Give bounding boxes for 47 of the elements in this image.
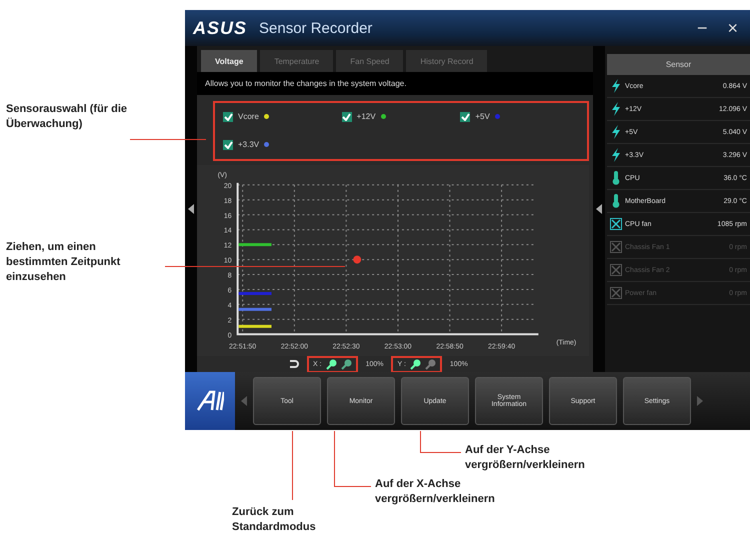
checkbox[interactable] — [223, 140, 233, 150]
callout-label: Ziehen, um einen bestimmten Zeitpunkt einzusehen — [6, 240, 122, 285]
left-arrow-icon[interactable] — [188, 204, 194, 214]
thermometer-icon — [610, 171, 622, 185]
callout-label: Zurück zum Standardmodus — [232, 505, 317, 535]
close-button[interactable]: × — [723, 18, 742, 38]
zoom-in-icon[interactable] — [326, 358, 337, 370]
fan-icon — [610, 286, 622, 300]
callout-label: Sensorauswahl (für die Überwachung) — [6, 102, 128, 132]
zoom-out-icon[interactable] — [340, 358, 352, 370]
fan-icon — [610, 263, 622, 277]
callout-label: Auf der Y-Achse vergrößern/verkleinern — [465, 443, 586, 473]
description: Allows you to monitor the changes in the system voltage. — [197, 72, 593, 95]
reset-icon[interactable] — [287, 358, 299, 370]
panel-header: Sensor — [607, 54, 750, 75]
ai-logo-icon — [196, 390, 224, 412]
logo: ASUS — [193, 18, 248, 38]
lightning-icon — [610, 148, 622, 162]
minimize-button[interactable]: − — [692, 18, 712, 38]
sensor-line — [238, 308, 272, 311]
checkbox[interactable] — [223, 112, 233, 122]
lightning-icon — [610, 102, 622, 116]
checkbox[interactable] — [460, 112, 470, 122]
drag-handle[interactable] — [353, 255, 362, 264]
sensor-line — [238, 292, 272, 295]
fan-icon — [610, 217, 622, 231]
leader-line — [420, 431, 461, 453]
leader-line — [334, 431, 371, 487]
sensor-label: +12V — [356, 112, 376, 122]
lightning-icon — [610, 125, 622, 139]
sensor-line — [238, 242, 272, 246]
zoom-in-icon[interactable] — [410, 358, 421, 370]
thermometer-icon — [610, 194, 622, 208]
window-title: Sensor Recorder — [259, 20, 372, 36]
ai-suite-logo[interactable] — [185, 372, 235, 430]
left-arrow-icon[interactable] — [596, 204, 602, 214]
sensor-label: +3.3V — [238, 140, 260, 150]
leader-line — [292, 431, 293, 500]
zoom-out-icon[interactable] — [424, 358, 436, 370]
checkbox[interactable] — [342, 112, 352, 122]
fan-icon — [610, 240, 622, 254]
sensor-label: +5V — [475, 112, 490, 122]
lightning-icon — [610, 79, 622, 93]
tab[interactable]: Voltage — [201, 50, 258, 72]
sensor-label: Vcore — [238, 112, 259, 122]
sensor-line — [238, 324, 272, 328]
callout-label: Auf der X-Achse vergrößern/verkleinern — [375, 477, 496, 507]
